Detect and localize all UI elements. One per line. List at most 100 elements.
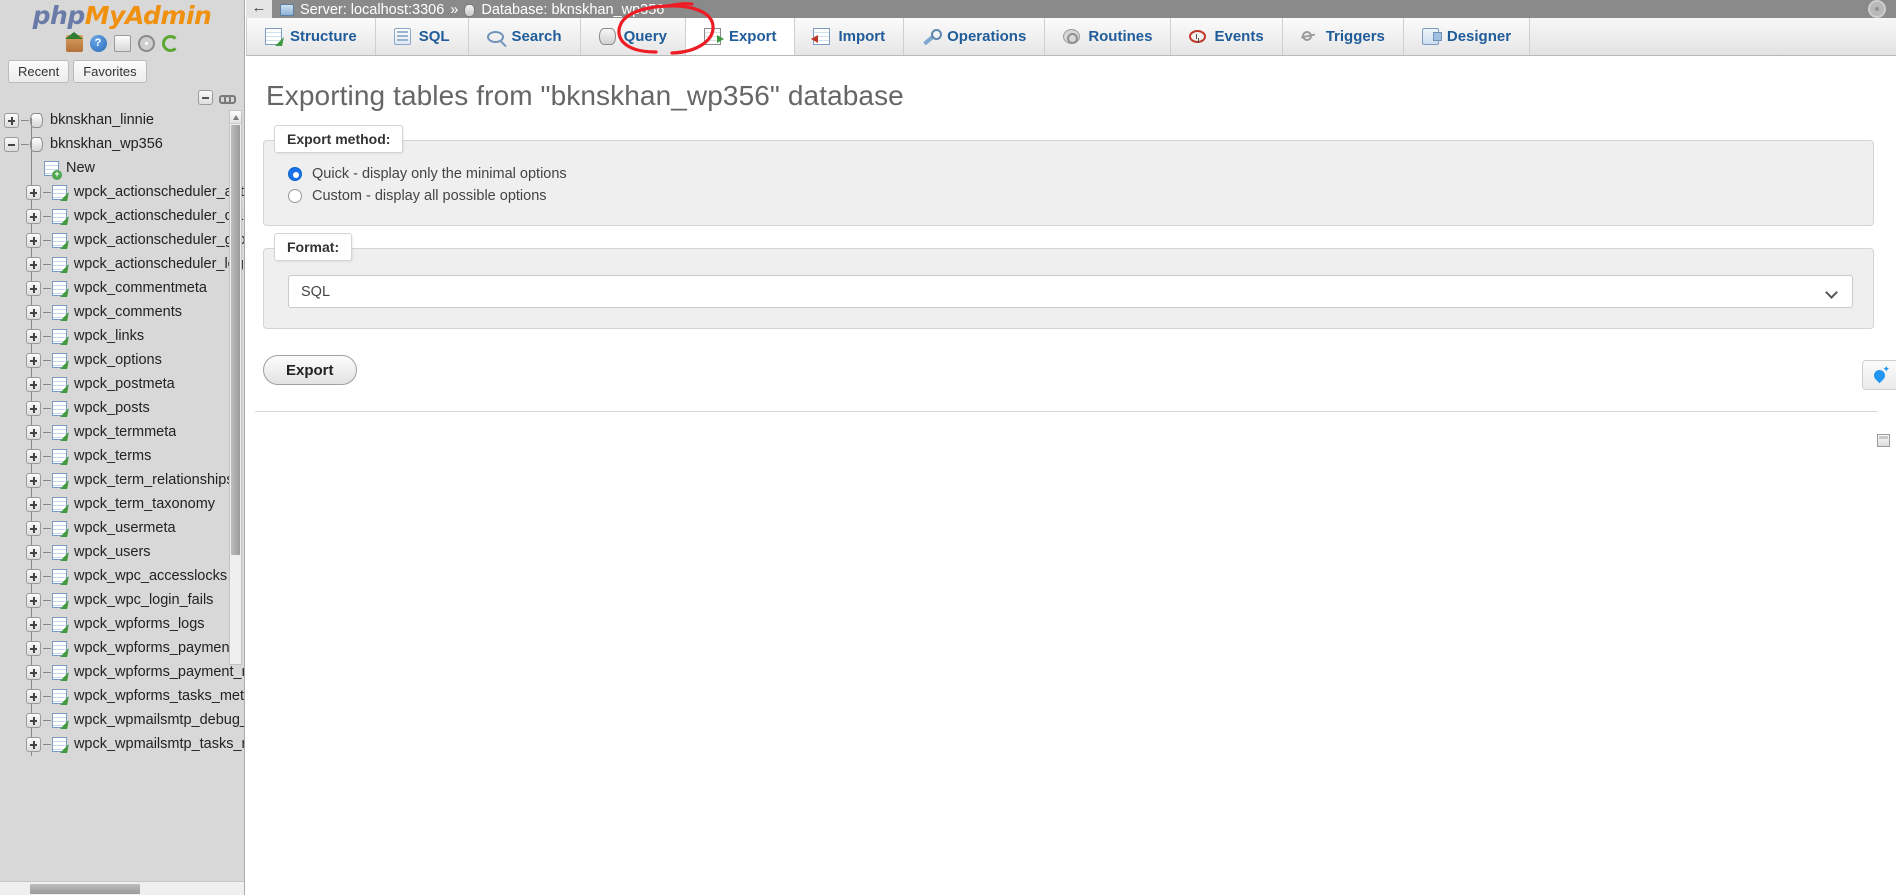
expand-icon[interactable] <box>26 304 41 320</box>
tree-table-wpck_wpmailsmtp_tasks_r[interactable]: wpck_wpmailsmtp_tasks_r <box>0 732 244 756</box>
export-method-option-quick[interactable]: Quick - display only the minimal options <box>278 163 1859 185</box>
link-with-main-panel-icon[interactable] <box>219 90 236 105</box>
tree-table-wpck_posts[interactable]: wpck_posts <box>0 396 244 420</box>
scroll-up-arrow[interactable] <box>230 111 241 124</box>
expand-icon[interactable] <box>26 496 41 512</box>
expand-icon[interactable] <box>26 256 41 272</box>
help-icon[interactable]: ? <box>89 34 107 52</box>
tree-table-wpck_wpforms_payments[interactable]: wpck_wpforms_payments <box>0 636 244 660</box>
tree-database-bknskhan_wp356[interactable]: bknskhan_wp356 <box>0 132 244 156</box>
tab-favorites[interactable]: Favorites <box>73 60 147 83</box>
expand-icon[interactable] <box>26 544 41 560</box>
hscrollbar-thumb[interactable] <box>30 884 140 894</box>
breadcrumb-server[interactable]: Server: localhost:3306 <box>300 2 444 18</box>
tree-table-wpck_usermeta[interactable]: wpck_usermeta <box>0 516 244 540</box>
collapse-icon[interactable] <box>4 136 19 152</box>
chevron-down-icon[interactable] <box>1825 286 1838 299</box>
tab-operations[interactable]: Operations <box>904 18 1046 55</box>
tree-table-wpck_wpc_accesslocks[interactable]: wpck_wpc_accesslocks <box>0 564 244 588</box>
tree-table-wpck_wpforms_payment_r[interactable]: wpck_wpforms_payment_r <box>0 660 244 684</box>
expand-icon[interactable] <box>26 736 41 752</box>
expand-icon[interactable] <box>26 688 41 704</box>
expand-icon[interactable] <box>26 592 41 608</box>
expand-icon[interactable] <box>26 184 41 200</box>
tree-table-wpck_options[interactable]: wpck_options <box>0 348 244 372</box>
tree-table-wpck_term_relationships[interactable]: wpck_term_relationships <box>0 468 244 492</box>
tab-triggers[interactable]: Triggers <box>1282 18 1404 55</box>
tree-table-wpck_commentmeta[interactable]: wpck_commentmeta <box>0 276 244 300</box>
expand-icon[interactable] <box>26 616 41 632</box>
tree-table-wpck_wpc_login_fails[interactable]: wpck_wpc_login_fails <box>0 588 244 612</box>
settings-gear-icon[interactable] <box>1868 0 1886 18</box>
tab-events[interactable]: Events <box>1171 18 1283 55</box>
tree-dash <box>43 215 51 217</box>
tree-table-wpck_actionscheduler_logs[interactable]: wpck_actionscheduler_logs <box>0 252 244 276</box>
tree-table-wpck_users[interactable]: wpck_users <box>0 540 244 564</box>
tree-table-wpck_wpmailsmtp_debug_[interactable]: wpck_wpmailsmtp_debug_ <box>0 708 244 732</box>
back-arrow-icon[interactable]: ← <box>246 0 272 18</box>
expand-icon[interactable] <box>4 112 19 128</box>
tab-structure[interactable]: Structure <box>246 18 376 55</box>
tree-table-wpck_actionscheduler_clai[interactable]: wpck_actionscheduler_clai <box>0 204 245 228</box>
expand-icon[interactable] <box>26 712 41 728</box>
expand-icon[interactable] <box>26 328 41 344</box>
reload-icon[interactable] <box>161 34 179 52</box>
expand-icon[interactable] <box>26 232 41 248</box>
expand-icon[interactable] <box>26 280 41 296</box>
format-select[interactable]: SQL <box>288 275 1853 308</box>
tree-item-label: wpck_links <box>74 328 145 344</box>
tree-table-wpck_termmeta[interactable]: wpck_termmeta <box>0 420 244 444</box>
tree-new-table[interactable]: New <box>0 156 244 180</box>
collapse-all-icon[interactable] <box>198 90 213 105</box>
sidebar-vertical-scrollbar[interactable] <box>229 110 242 665</box>
tree-table-wpck_wpforms_logs[interactable]: wpck_wpforms_logs <box>0 612 244 636</box>
tree-table-wpck_comments[interactable]: wpck_comments <box>0 300 244 324</box>
expand-icon[interactable] <box>26 568 41 584</box>
water-drop-widget[interactable] <box>1862 360 1896 390</box>
expand-icon[interactable] <box>26 664 41 680</box>
expand-icon[interactable] <box>26 640 41 656</box>
tree-table-wpck_terms[interactable]: wpck_terms <box>0 444 244 468</box>
expand-icon[interactable] <box>26 520 41 536</box>
console-toggle-icon[interactable] <box>1877 434 1890 447</box>
content-divider <box>255 411 1878 412</box>
expand-icon[interactable] <box>26 376 41 392</box>
content-area: Exporting tables from "bknskhan_wp356" d… <box>246 56 1896 412</box>
documentation-icon[interactable] <box>113 34 131 52</box>
tree-table-wpck_links[interactable]: wpck_links <box>0 324 244 348</box>
sidebar-horizontal-scrollbar[interactable] <box>0 881 244 895</box>
tab-import[interactable]: Import <box>795 18 905 55</box>
expand-icon[interactable] <box>26 448 41 464</box>
tab-sql[interactable]: SQL <box>375 18 469 55</box>
tree-item-label: wpck_actionscheduler_clai <box>73 208 245 224</box>
expand-icon[interactable] <box>26 400 41 416</box>
radio-custom[interactable] <box>288 189 302 203</box>
home-icon[interactable] <box>64 31 83 52</box>
tab-recent[interactable]: Recent <box>8 60 70 83</box>
breadcrumb-database[interactable]: Database: bknskhan_wp356 <box>481 2 664 18</box>
export-button[interactable]: Export <box>263 355 357 385</box>
tab-search[interactable]: Search <box>468 18 581 55</box>
tree-item-label: New <box>66 160 96 176</box>
settings-gear-icon[interactable] <box>137 34 155 52</box>
tab-designer[interactable]: Designer <box>1403 18 1531 55</box>
tab-routines[interactable]: Routines <box>1045 18 1172 55</box>
tree-table-wpck_wpforms_tasks_met[interactable]: wpck_wpforms_tasks_met <box>0 684 244 708</box>
expand-icon[interactable] <box>26 352 41 368</box>
export-method-option-custom[interactable]: Custom - display all possible options <box>278 185 1859 207</box>
tree-table-wpck_actionscheduler_acti[interactable]: wpck_actionscheduler_acti <box>0 180 244 204</box>
phpmyadmin-logo[interactable]: phpMyAdmin <box>0 0 244 30</box>
expand-icon[interactable] <box>26 208 41 224</box>
tree-table-wpck_actionscheduler_gro[interactable]: wpck_actionscheduler_gro <box>0 228 244 252</box>
tree-database-bknskhan_linnie[interactable]: bknskhan_linnie <box>0 108 244 132</box>
scrollbar-thumb[interactable] <box>231 125 240 555</box>
expand-icon[interactable] <box>26 472 41 488</box>
radio-quick[interactable] <box>288 167 302 181</box>
tab-export[interactable]: Export <box>685 18 796 55</box>
tree-table-wpck_term_taxonomy[interactable]: wpck_term_taxonomy <box>0 492 244 516</box>
table-icon <box>51 256 67 272</box>
tree-table-wpck_postmeta[interactable]: wpck_postmeta <box>0 372 244 396</box>
expand-icon[interactable] <box>26 424 41 440</box>
tab-query[interactable]: Query <box>580 18 686 55</box>
database-tree: bknskhan_linnie bknskhan_wp356 New wpck_act… <box>0 108 245 756</box>
